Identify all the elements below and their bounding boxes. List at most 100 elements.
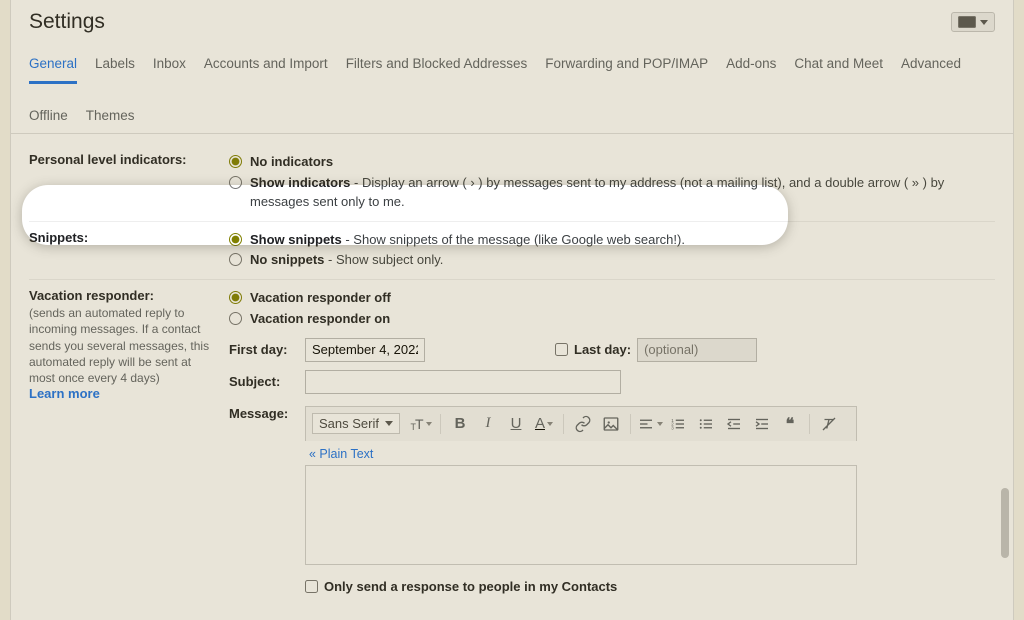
last-day-checkbox[interactable]	[555, 343, 568, 356]
section-snippets: Snippets: Show snippets - Show snippets …	[29, 222, 995, 281]
personal-indicators-label: Personal level indicators:	[29, 152, 229, 167]
vacation-learn-more-link[interactable]: Learn more	[29, 386, 100, 401]
indent-more-button[interactable]	[749, 411, 775, 437]
tab-addons[interactable]: Add-ons	[726, 50, 776, 84]
tab-general[interactable]: General	[29, 50, 77, 84]
font-family-select[interactable]: Sans Serif	[312, 413, 400, 434]
tab-offline[interactable]: Offline	[29, 102, 68, 133]
message-label: Message:	[229, 406, 295, 421]
page-title: Settings	[29, 10, 105, 34]
link-icon	[574, 415, 592, 433]
message-editor[interactable]	[305, 465, 857, 565]
clear-formatting-button[interactable]	[816, 411, 842, 437]
radio-show-snippets[interactable]	[229, 233, 242, 246]
toolbar-divider	[630, 414, 631, 434]
section-vacation: Vacation responder: (sends an automated …	[29, 280, 995, 602]
settings-page: Settings General Labels Inbox Accounts a…	[10, 0, 1014, 620]
no-indicators-strong: No indicators	[250, 154, 333, 169]
subject-row: Subject:	[229, 370, 995, 394]
image-button[interactable]	[598, 411, 624, 437]
vacation-label: Vacation responder:	[29, 288, 154, 303]
editor-toolbar: Sans Serif TT B I U A	[305, 406, 857, 441]
chevron-down-icon	[385, 421, 393, 426]
show-indicators-strong: Show indicators	[250, 175, 350, 190]
tab-forwarding[interactable]: Forwarding and POP/IMAP	[545, 50, 708, 84]
first-day-field[interactable]	[305, 338, 425, 362]
message-row: Message: Sans Serif TT	[229, 406, 995, 594]
bold-button[interactable]: B	[447, 411, 473, 437]
tab-filters[interactable]: Filters and Blocked Addresses	[346, 50, 528, 84]
title-row: Settings	[11, 0, 1013, 40]
plain-text-link[interactable]: « Plain Text	[309, 447, 373, 461]
ordered-list-icon: 123	[669, 415, 687, 433]
settings-tabs: General Labels Inbox Accounts and Import…	[11, 44, 1013, 134]
radio-no-indicators[interactable]	[229, 155, 242, 168]
indent-less-button[interactable]	[721, 411, 747, 437]
responder-on-strong: Vacation responder on	[250, 310, 390, 329]
subject-label: Subject:	[229, 374, 295, 389]
bullet-list-button[interactable]	[693, 411, 719, 437]
option-show-indicators[interactable]: Show indicators - Display an arrow ( › )…	[229, 173, 995, 213]
chevron-down-icon	[547, 422, 553, 426]
input-tools-button[interactable]	[951, 12, 995, 32]
font-family-label: Sans Serif	[319, 416, 379, 431]
tab-accounts[interactable]: Accounts and Import	[204, 50, 328, 84]
contacts-only-checkbox[interactable]	[305, 580, 318, 593]
bullet-list-icon	[697, 415, 715, 433]
show-indicators-desc: - Display an arrow ( › ) by messages sen…	[250, 175, 944, 209]
text-color-button[interactable]: A	[531, 411, 557, 437]
tab-chat[interactable]: Chat and Meet	[794, 50, 883, 84]
align-left-icon	[637, 415, 655, 433]
no-snippets-desc: - Show subject only.	[324, 252, 443, 267]
indent-increase-icon	[753, 415, 771, 433]
radio-show-indicators[interactable]	[229, 176, 242, 189]
first-day-label: First day:	[229, 342, 295, 357]
quote-button[interactable]: ❝	[777, 411, 803, 437]
scrollbar-thumb[interactable]	[1001, 488, 1009, 558]
snippets-label: Snippets:	[29, 230, 229, 245]
option-show-snippets[interactable]: Show snippets - Show snippets of the mes…	[229, 230, 995, 251]
tab-advanced[interactable]: Advanced	[901, 50, 961, 84]
date-row: First day: Last day:	[229, 338, 995, 362]
show-snippets-desc: - Show snippets of the message (like Goo…	[342, 232, 685, 247]
option-responder-off[interactable]: Vacation responder off	[229, 288, 995, 309]
subject-field[interactable]	[305, 370, 621, 394]
responder-off-strong: Vacation responder off	[250, 289, 391, 308]
svg-text:3: 3	[671, 425, 674, 430]
ordered-list-button[interactable]: 123	[665, 411, 691, 437]
last-day-wrap: Last day:	[555, 338, 757, 362]
chevron-down-icon	[980, 20, 988, 25]
snippets-body: Show snippets - Show snippets of the mes…	[229, 230, 995, 272]
toolbar-divider	[809, 414, 810, 434]
radio-responder-off[interactable]	[229, 291, 242, 304]
text-size-icon: TT	[410, 416, 423, 432]
keyboard-icon	[958, 16, 976, 28]
radio-no-snippets[interactable]	[229, 253, 242, 266]
toolbar-divider	[563, 414, 564, 434]
vacation-body: Vacation responder off Vacation responde…	[229, 288, 995, 594]
tab-themes[interactable]: Themes	[86, 102, 135, 133]
underline-button[interactable]: U	[503, 411, 529, 437]
tab-inbox[interactable]: Inbox	[153, 50, 186, 84]
align-button[interactable]	[637, 411, 663, 437]
toolbar-divider	[440, 414, 441, 434]
last-day-field[interactable]	[637, 338, 757, 362]
settings-content: Personal level indicators: No indicators…	[11, 134, 1013, 620]
editor-wrap: Sans Serif TT B I U A	[305, 406, 857, 594]
link-button[interactable]	[570, 411, 596, 437]
show-snippets-strong: Show snippets	[250, 232, 342, 247]
option-responder-on[interactable]: Vacation responder on	[229, 309, 995, 330]
personal-indicators-body: No indicators Show indicators - Display …	[229, 152, 995, 213]
clear-format-icon	[820, 415, 838, 433]
chevron-down-icon	[657, 422, 663, 426]
italic-button[interactable]: I	[475, 411, 501, 437]
vacation-subdesc: (sends an automated reply to incoming me…	[29, 305, 219, 386]
tab-labels[interactable]: Labels	[95, 50, 135, 84]
chevron-down-icon	[426, 422, 432, 426]
option-no-snippets[interactable]: No snippets - Show subject only.	[229, 250, 995, 271]
font-size-button[interactable]: TT	[408, 411, 434, 437]
no-snippets-strong: No snippets	[250, 252, 324, 267]
radio-responder-on[interactable]	[229, 312, 242, 325]
last-day-label: Last day:	[574, 342, 631, 357]
option-no-indicators[interactable]: No indicators	[229, 152, 995, 173]
